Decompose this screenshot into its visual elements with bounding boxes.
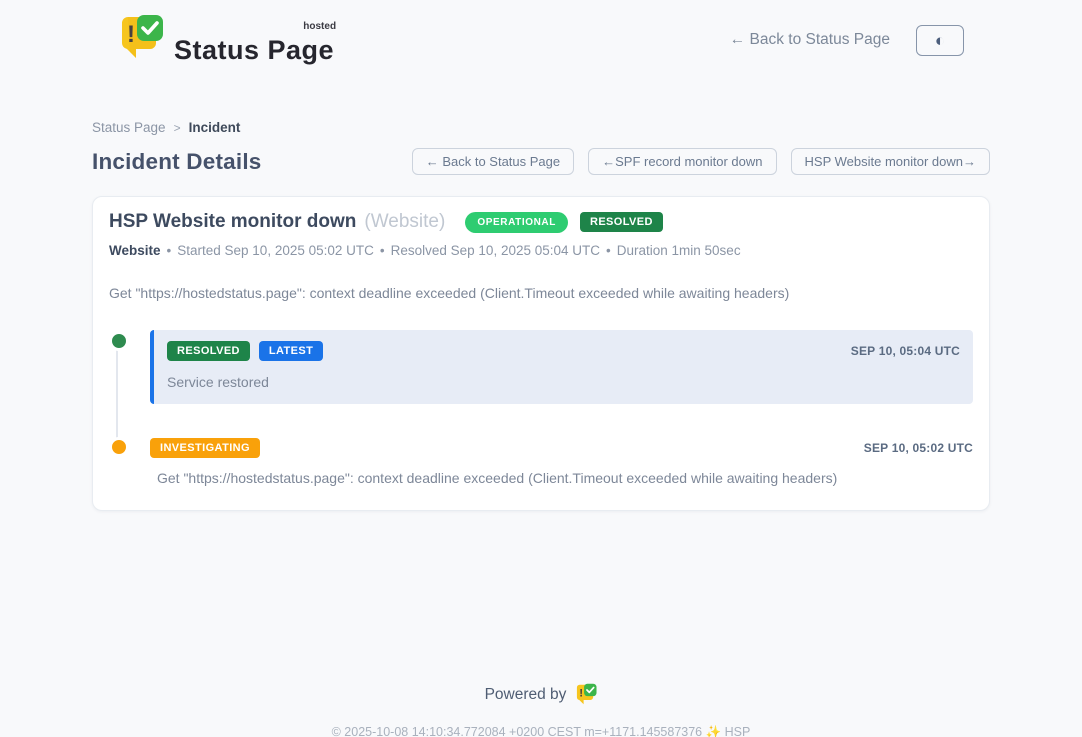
timeline-dot-green xyxy=(109,331,129,351)
breadcrumb-root[interactable]: Status Page xyxy=(92,120,166,135)
back-to-status-link[interactable]: ← Back to Status Page xyxy=(730,31,890,49)
timeline-badge-latest: LATEST xyxy=(259,341,323,361)
meta-resolved: Resolved Sep 10, 2025 05:04 UTC xyxy=(391,243,600,258)
app-header: ! Status Page hosted ← Back to Status Pa… xyxy=(92,0,990,66)
page-footer: Powered by ! © 2025-10-08 14:10:34.77208… xyxy=(0,683,1082,737)
timeline-timestamp: SEP 10, 05:02 UTC xyxy=(864,441,973,455)
timeline-connector-line xyxy=(116,342,118,444)
powered-by-label: Powered by xyxy=(485,686,567,704)
brand-name: Status Page xyxy=(174,35,334,65)
timeline-timestamp: SEP 10, 05:04 UTC xyxy=(851,344,960,358)
timeline-badge-investigating: INVESTIGATING xyxy=(150,438,260,458)
back-to-status-button[interactable]: ← Back to Status Page xyxy=(412,148,574,175)
breadcrumb-current: Incident xyxy=(189,120,241,135)
incident-card: HSP Website monitor down (Website) OPERA… xyxy=(92,196,990,511)
incident-component: (Website) xyxy=(364,211,445,233)
meta-separator: • xyxy=(606,243,611,258)
meta-separator: • xyxy=(380,243,385,258)
timeline-item-resolved: RESOLVED LATEST SEP 10, 05:04 UTC Servic… xyxy=(150,330,973,404)
meta-component: Website xyxy=(109,243,161,258)
brand-superscript: hosted xyxy=(303,21,336,32)
breadcrumb-separator: > xyxy=(174,121,181,135)
timeline-item-investigating: INVESTIGATING SEP 10, 05:02 UTC Get "htt… xyxy=(150,438,973,486)
svg-text:!: ! xyxy=(580,688,584,700)
timeline-dot-orange xyxy=(109,437,129,457)
meta-separator: • xyxy=(167,243,172,258)
incident-nav: ← Back to Status Page ←SPF record monito… xyxy=(412,148,990,175)
page-title: Incident Details xyxy=(92,149,262,175)
next-incident-button[interactable]: HSP Website monitor down→ xyxy=(791,148,990,175)
incident-description: Get "https://hostedstatus.page": context… xyxy=(109,285,973,301)
meta-started: Started Sep 10, 2025 05:02 UTC xyxy=(177,243,374,258)
timeline-message: Service restored xyxy=(167,374,960,390)
timeline-message: Get "https://hostedstatus.page": context… xyxy=(150,470,973,486)
prev-incident-button[interactable]: ←SPF record monitor down xyxy=(588,148,776,175)
meta-duration: Duration 1min 50sec xyxy=(617,243,741,258)
half-circle-icon: ◐ xyxy=(935,32,945,49)
breadcrumb: Status Page > Incident xyxy=(92,120,990,135)
operational-status-badge: OPERATIONAL xyxy=(465,212,568,233)
incident-timeline: RESOLVED LATEST SEP 10, 05:04 UTC Servic… xyxy=(109,330,973,486)
theme-toggle-button[interactable]: ◐ xyxy=(916,25,964,56)
statuspage-logo-icon: ! xyxy=(118,14,164,66)
resolved-status-badge: RESOLVED xyxy=(580,212,663,232)
incident-meta: Website • Started Sep 10, 2025 05:02 UTC… xyxy=(109,243,973,258)
timeline-badge-resolved: RESOLVED xyxy=(167,341,250,361)
incident-title: HSP Website monitor down xyxy=(109,211,356,233)
brand-logo[interactable]: ! Status Page hosted xyxy=(118,14,334,66)
svg-text:!: ! xyxy=(127,21,135,48)
copyright-text: © 2025-10-08 14:10:34.772084 +0200 CEST … xyxy=(0,725,1082,737)
hsp-logo-icon[interactable]: ! xyxy=(575,683,597,706)
